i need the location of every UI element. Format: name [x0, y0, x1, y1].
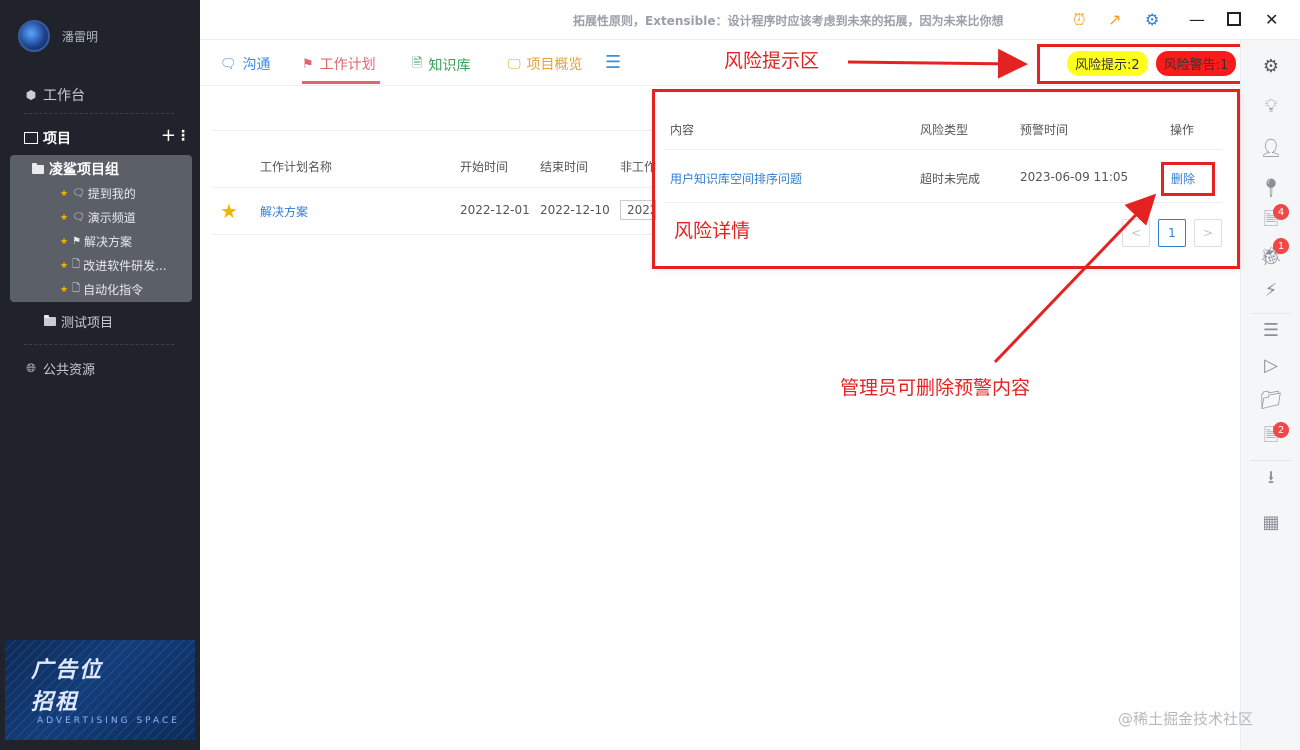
arrow-to-risk-area — [847, 48, 1028, 79]
arrow-to-delete — [993, 193, 1157, 364]
ad-subtitle: ADVERTISING SPACE — [37, 716, 180, 726]
watermark: @稀土掘金技术社区 — [1118, 710, 1254, 728]
annotation-arrows — [847, 48, 1157, 364]
ad-line-1: 广告位 — [31, 658, 104, 683]
ad-line-2: 招租 — [31, 690, 80, 715]
